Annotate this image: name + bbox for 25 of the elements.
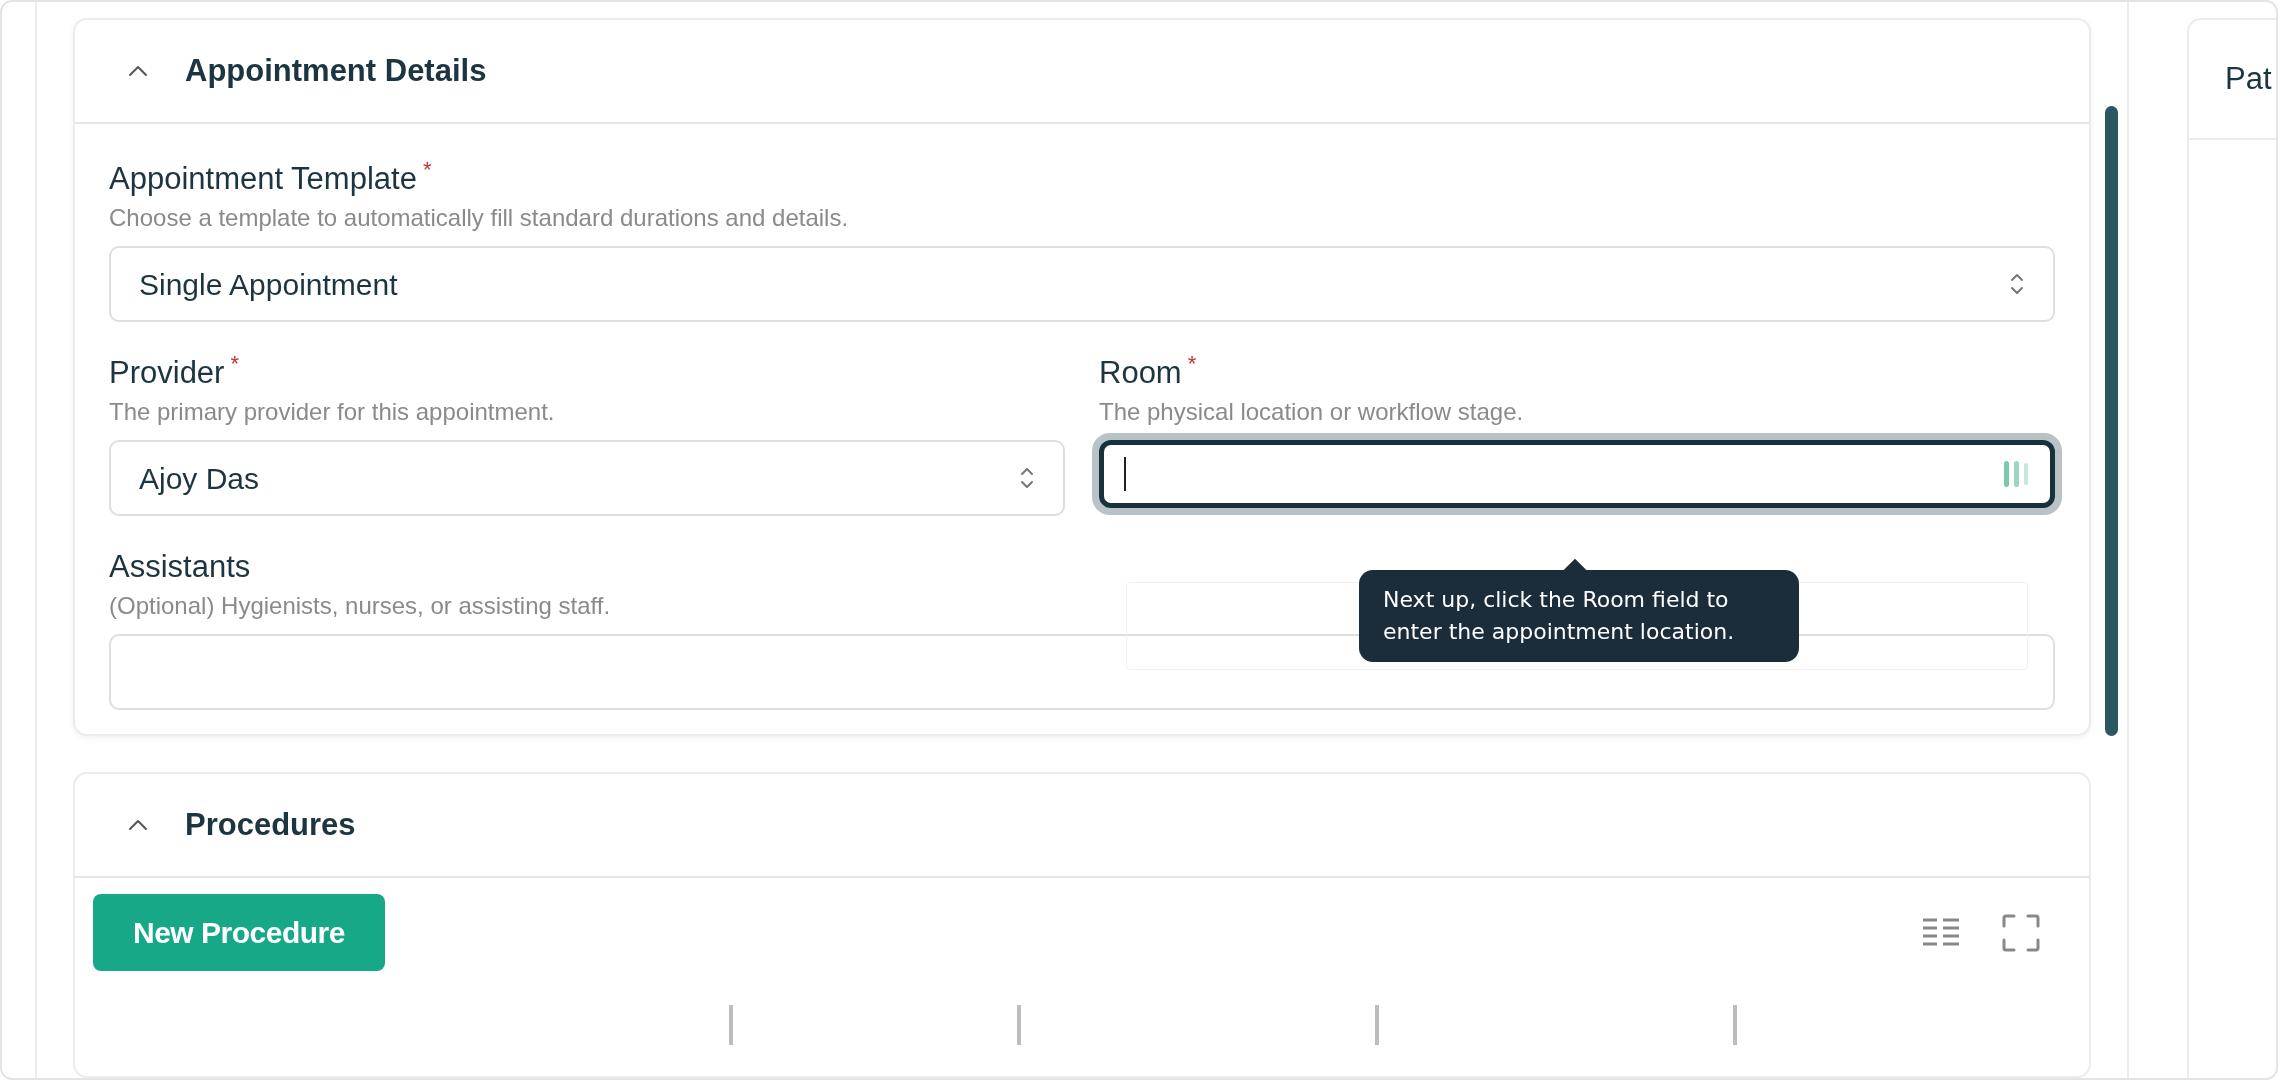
field-label: Assistants	[109, 548, 251, 586]
section-title: Procedures	[185, 805, 356, 844]
up-down-chevron-icon	[2009, 271, 2025, 297]
field-help-text: The physical location or workflow stage.	[1099, 397, 1524, 427]
required-asterisk: *	[422, 158, 432, 182]
section-title: Appointment Details	[185, 51, 487, 90]
text-field[interactable]	[1099, 440, 2055, 508]
field-label: Room	[1099, 354, 1182, 392]
fullscreen-icon[interactable]	[2001, 912, 2041, 953]
required-asterisk: *	[1187, 352, 1197, 376]
field-help-text: (Optional) Hygienists, nurses, or assisting staff.	[109, 591, 611, 621]
chevron-up-icon[interactable]	[127, 64, 149, 78]
required-asterisk: *	[230, 352, 239, 376]
scrollbar-thumb[interactable]	[2105, 106, 2118, 736]
panel-title: Pat	[2225, 59, 2272, 98]
field-label: Appointment Template	[109, 160, 417, 198]
field-help-text: Choose a template to automatically fill standard durations and details.	[109, 203, 849, 233]
columns-icon[interactable]	[1921, 916, 1961, 949]
field-label: Provider	[109, 354, 225, 392]
select-field[interactable]: Single Appointment	[109, 246, 2055, 322]
chevron-up-icon[interactable]	[127, 818, 149, 832]
up-down-chevron-icon	[1019, 465, 1035, 491]
field-help-text: The primary provider for this appointment.	[109, 397, 555, 427]
text-cursor	[1124, 457, 1126, 491]
select-field[interactable]: Ajoy Das	[109, 440, 1065, 516]
